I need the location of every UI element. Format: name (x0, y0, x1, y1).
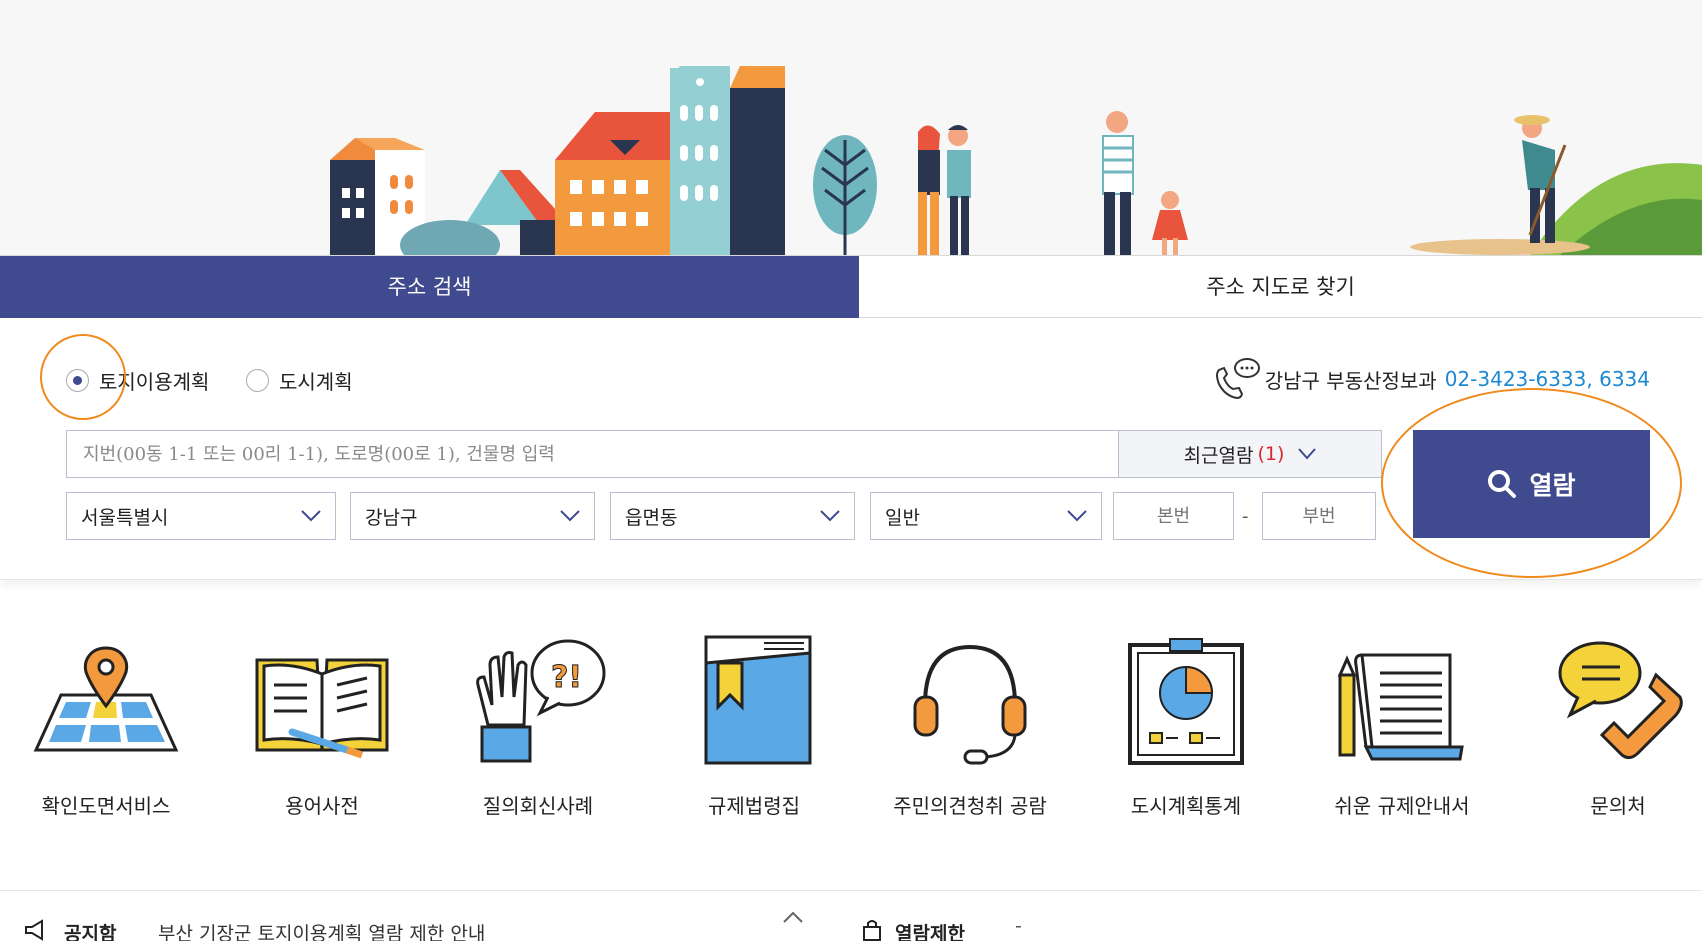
tab-map-search[interactable]: 주소 지도로 찾기 (859, 256, 1702, 318)
radio-land-use-circle[interactable] (66, 369, 89, 392)
chevron-down-icon (1298, 448, 1317, 460)
select-city[interactable]: 서울특별시 (66, 492, 336, 540)
radio-city-plan-label: 도시계획 (279, 370, 353, 394)
law-book-icon (704, 635, 812, 765)
view-button-label: 열람 (1529, 472, 1576, 500)
contact-department: 강남구 부동산정보과 (1264, 368, 1437, 393)
document-pencil-icon (1337, 653, 1464, 761)
megaphone-icon (25, 919, 43, 941)
service-label: 쉬운 규제안내서 (1334, 794, 1470, 818)
select-dong[interactable]: 읍면동 (610, 492, 855, 540)
open-book-icon (255, 658, 389, 759)
pie-chart-clipboard-icon (1128, 638, 1244, 765)
recent-views-count: (1) (1257, 443, 1285, 465)
service-contact[interactable]: 문의처 (1518, 630, 1702, 819)
service-label: 용어사전 (285, 794, 359, 818)
restriction-title: 열람제한 (895, 923, 965, 941)
radio-land-use[interactable]: 토지이용계획 (66, 366, 209, 395)
phone-chat-icon (1558, 641, 1683, 760)
service-label: 질의회신사례 (482, 794, 594, 818)
svg-text:?!: ?! (551, 660, 582, 695)
headset-icon (913, 644, 1027, 765)
select-lot-type-value: 일반 (885, 506, 920, 529)
radio-city-plan-circle[interactable] (246, 369, 269, 392)
quick-services: 확인도면서비스 용어사전 ?! 질의회신사례 규제법령집 주민의견청취 공람 도… (0, 630, 1702, 830)
town-illustration (330, 66, 1702, 255)
sub-lot-number-input[interactable] (1262, 492, 1376, 540)
contact-phone-link[interactable]: 02-3423-6333, 6334 (1445, 367, 1650, 391)
search-tabs: 주소 검색 주소 지도로 찾기 (0, 255, 1702, 329)
chevron-down-icon (1067, 510, 1087, 522)
hero-illustration (0, 0, 1702, 255)
search-panel: 토지이용계획 도시계획 강남구 부동산정보과 02-3423-6333, 633… (0, 318, 1702, 580)
contact-info: 강남구 부동산정보과 02-3423-6333, 6334 (1211, 356, 1650, 402)
address-search-input[interactable] (66, 430, 1119, 478)
service-public-hearing[interactable]: 주민의견청취 공람 (870, 630, 1070, 819)
phone-chat-icon (1215, 358, 1260, 400)
chevron-down-icon (560, 510, 580, 522)
service-glossary[interactable]: 용어사전 (222, 630, 422, 819)
chevron-up-icon[interactable] (783, 911, 803, 923)
service-label: 규제법령집 (708, 794, 800, 818)
select-district-value: 강남구 (365, 506, 418, 529)
select-city-value: 서울특별시 (81, 506, 169, 529)
service-regulation-laws[interactable]: 규제법령집 (654, 630, 854, 819)
service-label: 확인도면서비스 (41, 794, 171, 818)
main-lot-number-input[interactable] (1113, 492, 1234, 540)
tab-address-search[interactable]: 주소 검색 (0, 256, 859, 329)
radio-city-plan[interactable]: 도시계획 (246, 366, 353, 395)
chevron-down-icon (301, 510, 321, 522)
service-label: 도시계획통계 (1130, 794, 1242, 818)
service-label: 문의처 (1590, 794, 1646, 818)
question-hand-icon: ?! (476, 639, 606, 763)
select-lot-type[interactable]: 일반 (870, 492, 1102, 540)
notice-text-link[interactable]: 부산 기장군 토지이용계획 열람 제한 안내 (158, 919, 485, 941)
restriction-value: - (1015, 915, 1022, 937)
map-pin-icon (33, 646, 179, 752)
search-icon (1488, 470, 1517, 498)
notice-title: 공지함 (64, 923, 117, 941)
lock-icon (863, 920, 881, 941)
service-easy-guide[interactable]: 쉬운 규제안내서 (1302, 630, 1502, 819)
recent-views-dropdown[interactable]: 최근열람 (1) (1119, 430, 1382, 478)
select-dong-value: 읍면동 (625, 506, 678, 529)
recent-views-label: 최근열람 (1183, 444, 1254, 467)
service-label: 주민의견청취 공람 (893, 794, 1047, 818)
service-city-plan-stats[interactable]: 도시계획통계 (1086, 630, 1286, 819)
chevron-down-icon (820, 510, 840, 522)
view-button[interactable]: 열람 (1413, 430, 1650, 538)
service-map-confirm[interactable]: 확인도면서비스 (6, 630, 206, 819)
select-district[interactable]: 강남구 (350, 492, 595, 540)
bottom-notice-bar: 공지함 부산 기장군 토지이용계획 열람 제한 안내 열람제한 - (0, 890, 1702, 941)
lot-separator: - (1242, 506, 1249, 527)
service-qna-cases[interactable]: ?! 질의회신사례 (438, 630, 638, 819)
radio-land-use-label: 토지이용계획 (99, 370, 210, 394)
